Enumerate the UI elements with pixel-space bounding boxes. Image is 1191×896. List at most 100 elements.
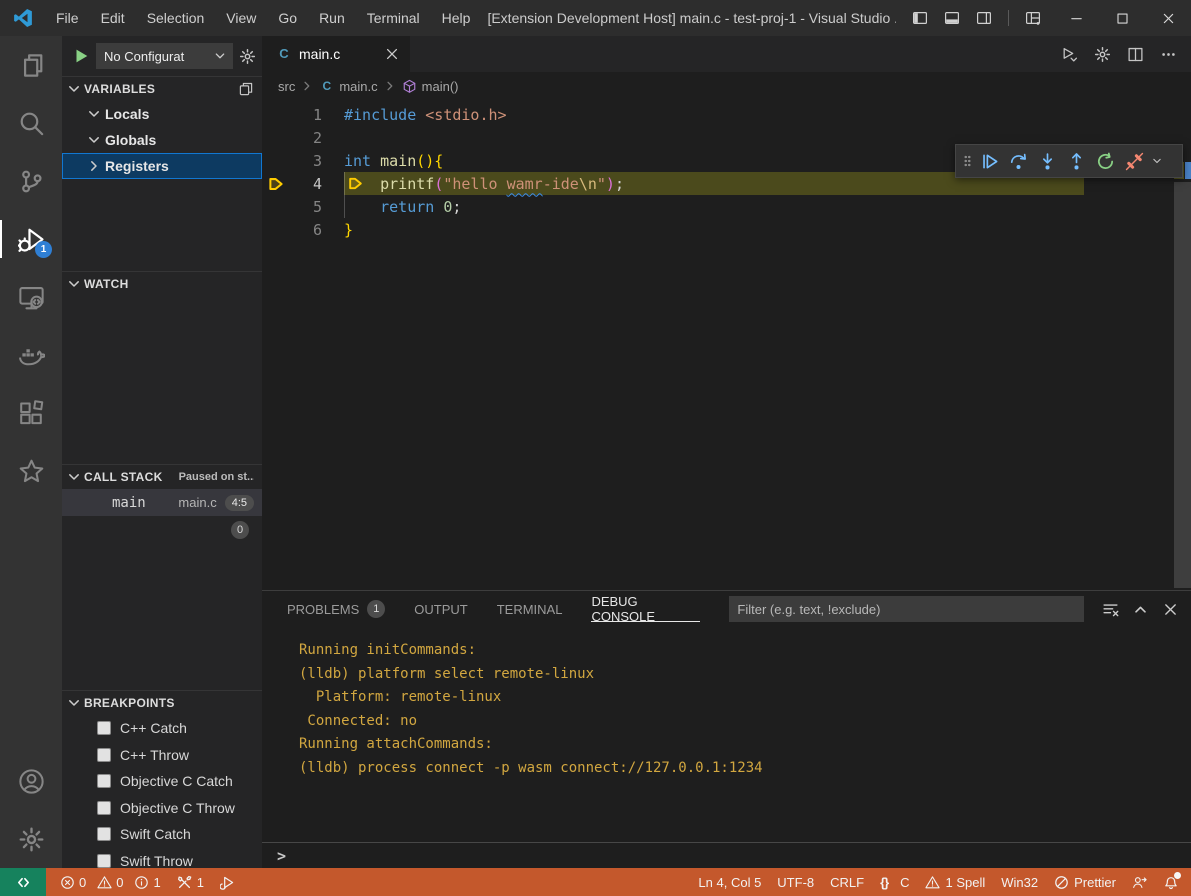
debug-configure-button[interactable]: [1094, 46, 1111, 63]
breadcrumb-item[interactable]: main(): [422, 79, 459, 94]
toggle-sidebar-button[interactable]: [906, 5, 934, 31]
editor-tab-bar: C main.c: [262, 36, 1191, 72]
breakpoint-checkbox[interactable]: [97, 721, 111, 735]
activity-wamr-ide[interactable]: [0, 442, 62, 500]
breakpoint-c-catch[interactable]: C++ Catch: [62, 715, 262, 742]
close-panel-button[interactable]: [1162, 601, 1179, 618]
disconnect-button[interactable]: [1121, 148, 1148, 175]
debug-config-dropdown[interactable]: No Configurat: [96, 43, 233, 69]
variables-item-globals[interactable]: Globals: [62, 127, 262, 153]
activity-accounts[interactable]: [0, 752, 62, 810]
status-formatter[interactable]: Prettier: [1046, 868, 1124, 896]
step-out-button[interactable]: [1063, 148, 1090, 175]
status-problems[interactable]: 001: [52, 868, 169, 896]
more-actions-button[interactable]: [1160, 46, 1177, 63]
toggle-panel-button[interactable]: [938, 5, 966, 31]
menu-file[interactable]: File: [45, 0, 90, 36]
step-over-button[interactable]: [1005, 148, 1032, 175]
activity-search[interactable]: [0, 94, 62, 152]
status-language-mode[interactable]: {}C: [872, 868, 917, 896]
panel-header: PROBLEMS1 OUTPUT TERMINAL DEBUG CONSOLE Fil…: [262, 591, 1191, 627]
breakpoint-checkbox[interactable]: [97, 854, 111, 868]
configure-gear-button[interactable]: [239, 48, 256, 65]
stack-frame-row[interactable]: main main.c 4:5: [62, 489, 262, 516]
continue-button[interactable]: [976, 148, 1003, 175]
breakpoint-swift-throw[interactable]: Swift Throw: [62, 848, 262, 869]
watch-header[interactable]: WATCH: [62, 272, 262, 296]
activity-run-and-debug[interactable]: 1: [0, 210, 62, 268]
status-debug-status[interactable]: [212, 868, 243, 896]
debug-console-output[interactable]: Running initCommands:(lldb) platform sel…: [262, 627, 1191, 842]
activity-docker[interactable]: [0, 326, 62, 384]
breakpoint-objective-c-catch[interactable]: Objective C Catch: [62, 768, 262, 795]
clear-console-button[interactable]: [1102, 601, 1119, 618]
menu-go[interactable]: Go: [267, 0, 308, 36]
breakpoint-checkbox[interactable]: [97, 748, 111, 762]
restart-button[interactable]: [1092, 148, 1119, 175]
menu-view[interactable]: View: [215, 0, 267, 36]
menu-selection[interactable]: Selection: [136, 0, 216, 36]
activity-explorer[interactable]: [0, 36, 62, 94]
activity-settings[interactable]: [0, 810, 62, 868]
breakpoint-c-throw[interactable]: C++ Throw: [62, 742, 262, 769]
maximize-panel-button[interactable]: [1132, 601, 1149, 618]
activity-source-control[interactable]: [0, 152, 62, 210]
breadcrumb-item[interactable]: src: [278, 79, 295, 94]
code-editor[interactable]: 1#include <stdio.h>23int main(){4 printf…: [262, 100, 1191, 590]
panel-tab-output[interactable]: OUTPUT: [414, 591, 467, 627]
call-stack-title: CALL STACK: [84, 470, 163, 484]
close-tab-icon[interactable]: [384, 46, 400, 62]
variables-header[interactable]: VARIABLES: [62, 77, 262, 101]
menu-help[interactable]: Help: [431, 0, 482, 36]
split-editor-button[interactable]: [1127, 46, 1144, 63]
call-stack-header[interactable]: CALL STACK Paused on st...: [62, 465, 262, 489]
status-cursor-position[interactable]: Ln 4, Col 5: [690, 868, 769, 896]
code-line-6[interactable]: 6}: [262, 218, 1191, 241]
status-feedback[interactable]: [1124, 868, 1155, 896]
run-menu-button[interactable]: [1061, 46, 1078, 63]
call-stack-extra-row[interactable]: 0: [62, 516, 262, 544]
code-line-1[interactable]: 1#include <stdio.h>: [262, 103, 1191, 126]
status-encoding[interactable]: UTF-8: [769, 868, 822, 896]
close-window-button[interactable]: [1145, 0, 1191, 36]
activity-extensions[interactable]: [0, 384, 62, 442]
breakpoint-objective-c-throw[interactable]: Objective C Throw: [62, 795, 262, 822]
panel-tab-problems[interactable]: PROBLEMS1: [287, 591, 385, 627]
breakpoints-title: BREAKPOINTS: [84, 696, 175, 710]
activity-remote-explorer[interactable]: [0, 268, 62, 326]
breadcrumb-item[interactable]: main.c: [339, 79, 377, 94]
copy-value-icon[interactable]: [238, 81, 254, 97]
status-eol[interactable]: CRLF: [822, 868, 872, 896]
debug-console-input[interactable]: >: [262, 842, 1191, 868]
code-line-5[interactable]: 5 return 0;: [262, 195, 1191, 218]
console-filter-input[interactable]: Filter (e.g. text, !exclude): [729, 596, 1084, 622]
breakpoint-checkbox[interactable]: [97, 801, 111, 815]
panel-tab-terminal[interactable]: TERMINAL: [497, 591, 563, 627]
start-debugging-button[interactable]: [72, 47, 90, 65]
status-platform[interactable]: Win32: [993, 868, 1046, 896]
step-into-button[interactable]: [1034, 148, 1061, 175]
status-spell-checker[interactable]: 1 Spell: [917, 868, 993, 896]
inline-breakpoint-icon[interactable]: [347, 175, 364, 192]
breakpoint-swift-catch[interactable]: Swift Catch: [62, 821, 262, 848]
maximize-button[interactable]: [1099, 0, 1145, 36]
breakpoint-checkbox[interactable]: [97, 774, 111, 788]
variables-item-locals[interactable]: Locals: [62, 101, 262, 127]
customize-layout-button[interactable]: [1019, 5, 1047, 31]
scrollbar-slider[interactable]: [1174, 182, 1191, 588]
status-notifications[interactable]: [1155, 868, 1187, 896]
variables-item-registers[interactable]: Registers: [62, 153, 262, 179]
menu-run[interactable]: Run: [308, 0, 356, 36]
minimize-button[interactable]: [1053, 0, 1099, 36]
debug-actions-dropdown-button[interactable]: [1150, 148, 1164, 175]
toggle-secondary-sidebar-button[interactable]: [970, 5, 998, 31]
tab-main-c[interactable]: C main.c: [262, 36, 410, 72]
breakpoints-header[interactable]: BREAKPOINTS: [62, 691, 262, 715]
status-tools[interactable]: 1: [169, 868, 212, 896]
menu-edit[interactable]: Edit: [90, 0, 136, 36]
remote-indicator[interactable]: [0, 868, 46, 896]
breakpoint-checkbox[interactable]: [97, 827, 111, 841]
panel-tab-debug-console[interactable]: DEBUG CONSOLE: [591, 591, 700, 627]
drag-gripper-button[interactable]: [960, 148, 974, 175]
menu-terminal[interactable]: Terminal: [356, 0, 431, 36]
